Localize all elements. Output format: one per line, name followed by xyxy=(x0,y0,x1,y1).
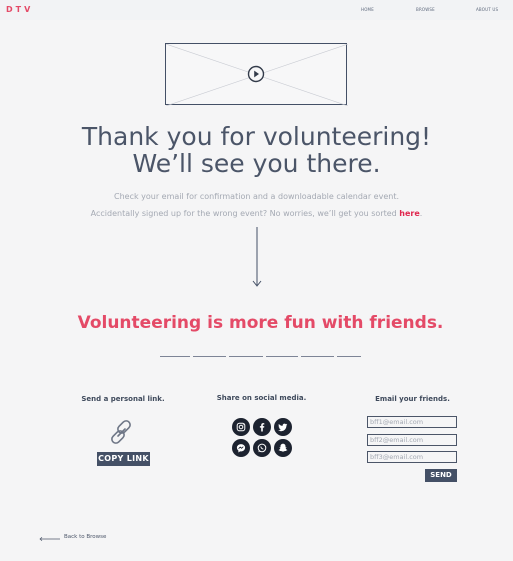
instagram-icon[interactable] xyxy=(232,418,250,436)
messenger-icon[interactable] xyxy=(232,439,250,457)
divider-segment xyxy=(160,356,190,357)
social-heading: Share on social media. xyxy=(216,394,307,402)
wrong-event-text: Accidentally signed up for the wrong eve… xyxy=(0,209,513,218)
snapchat-icon[interactable] xyxy=(274,439,292,457)
nav-home[interactable]: HOME xyxy=(361,7,374,12)
twitter-icon[interactable] xyxy=(274,418,292,436)
page-title-line-2: We’ll see you there. xyxy=(132,149,381,178)
wrong-event-text-end: . xyxy=(419,209,423,218)
play-circle-icon[interactable] xyxy=(247,65,265,83)
logo[interactable]: DTV xyxy=(6,5,33,14)
wrong-event-text-body: Accidentally signed up for the wrong eve… xyxy=(90,209,400,218)
top-nav-bar: DTV HOME BROWSE ABOUT US xyxy=(0,0,513,20)
confirmation-text: Check your email for confirmation and a … xyxy=(114,192,399,201)
here-link[interactable]: here xyxy=(399,209,420,218)
whatsapp-icon[interactable] xyxy=(253,439,271,457)
link-icon xyxy=(111,420,131,444)
email-field-3[interactable]: bff3@email.com xyxy=(367,451,457,463)
page-title-line-1: Thank you for volunteering! xyxy=(81,122,432,151)
down-arrow-icon xyxy=(252,227,262,287)
send-button[interactable]: SEND xyxy=(425,469,457,482)
facebook-icon[interactable] xyxy=(253,418,271,436)
back-to-browse-label: Back to Browse xyxy=(64,534,107,540)
email-field-1[interactable]: bff1@email.com xyxy=(367,416,457,428)
divider-segment xyxy=(266,356,298,357)
friends-heading: Volunteering is more fun with friends. xyxy=(77,313,444,333)
left-arrow-icon xyxy=(39,536,60,542)
divider-segment xyxy=(229,356,263,357)
nav-browse[interactable]: BROWSE xyxy=(416,7,435,12)
nav-about-us[interactable]: ABOUT US xyxy=(476,7,498,12)
divider-segment xyxy=(301,356,334,357)
email-heading: Email your friends. xyxy=(375,395,450,403)
send-link-heading: Send a personal link. xyxy=(81,395,165,403)
copy-link-button[interactable]: COPY LINK xyxy=(97,452,150,466)
email-field-2[interactable]: bff2@email.com xyxy=(367,434,457,446)
divider-segment xyxy=(337,356,361,357)
divider-segment xyxy=(193,356,226,357)
